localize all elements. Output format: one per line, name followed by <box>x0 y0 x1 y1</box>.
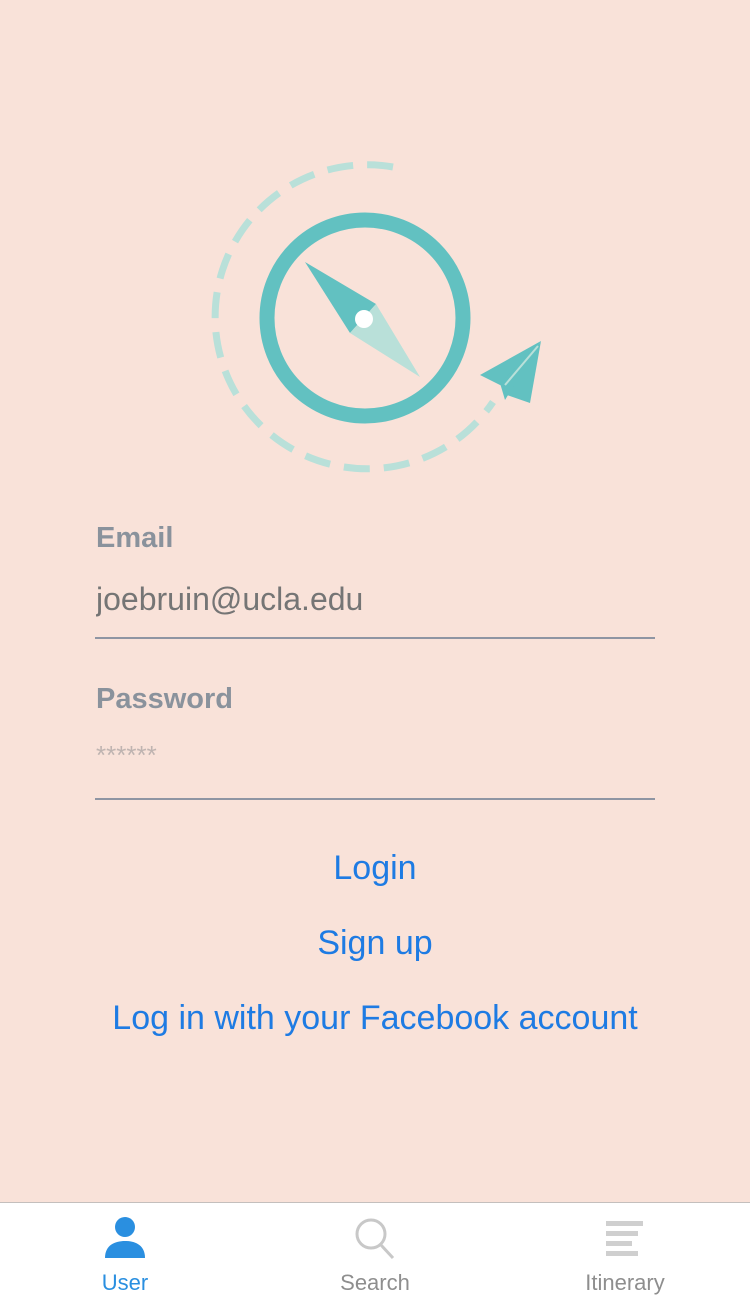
tab-label: Search <box>340 1270 410 1295</box>
facebook-login-button[interactable]: Log in with your Facebook account <box>0 999 750 1038</box>
tab-itinerary[interactable]: Itinerary <box>500 1203 750 1301</box>
signup-button[interactable]: Sign up <box>0 924 750 963</box>
tab-label: Itinerary <box>585 1270 665 1295</box>
tab-search[interactable]: Search <box>250 1203 500 1301</box>
tab-user[interactable]: User <box>0 1203 250 1301</box>
password-label: Password <box>96 683 233 715</box>
email-input[interactable] <box>96 578 655 620</box>
paper-plane-icon <box>480 341 541 403</box>
email-label: Email <box>96 522 174 554</box>
login-button[interactable]: Login <box>0 849 750 888</box>
tab-bar: User Search Itinerary <box>0 1202 750 1301</box>
compass-logo <box>211 161 541 473</box>
password-input[interactable]: ****** <box>96 740 655 771</box>
list-icon <box>606 1221 643 1256</box>
user-icon <box>105 1217 145 1258</box>
email-underline <box>95 637 655 639</box>
tab-label: User <box>101 1270 149 1295</box>
password-underline <box>95 798 655 800</box>
search-icon <box>355 1218 395 1260</box>
compass-center <box>355 310 373 328</box>
